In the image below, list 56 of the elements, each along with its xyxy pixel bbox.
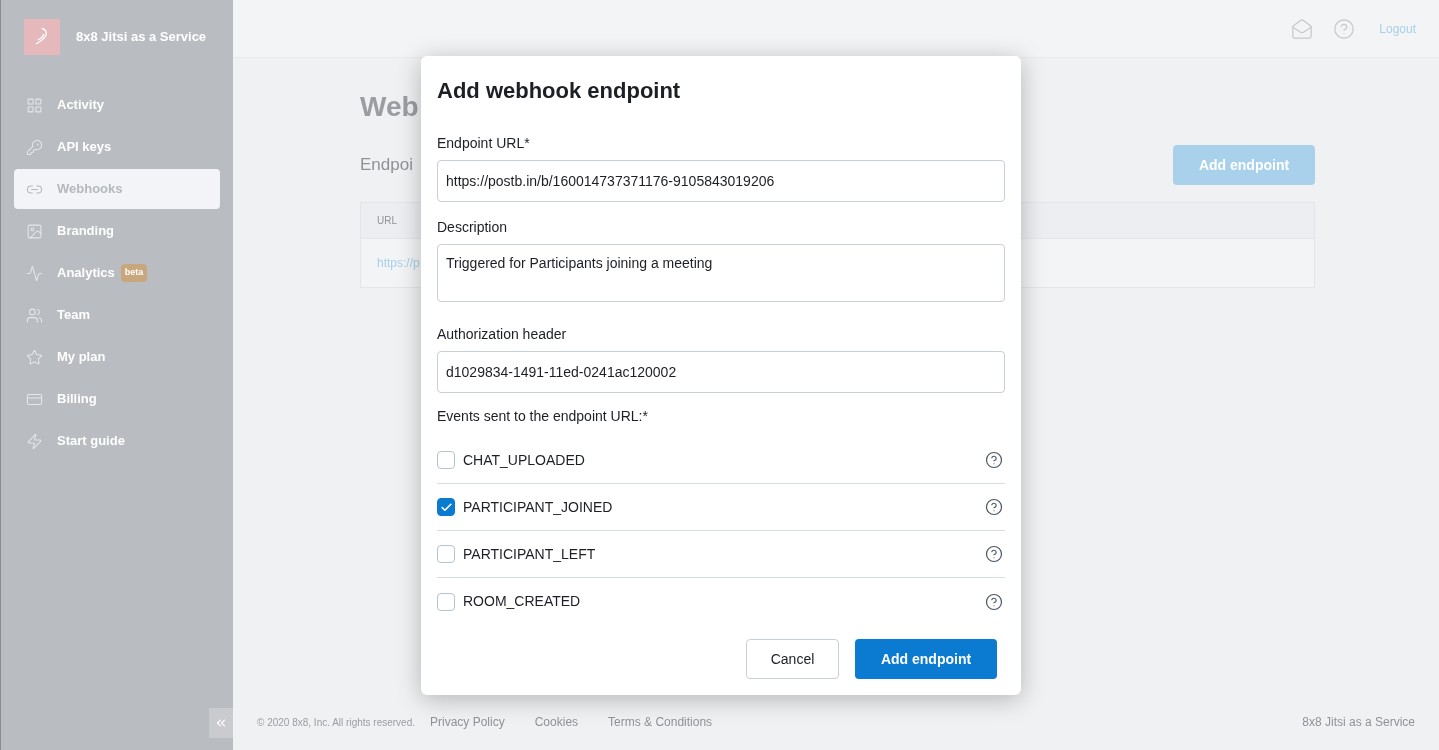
cancel-button[interactable]: Cancel	[746, 639, 839, 679]
chart-icon	[26, 264, 43, 282]
help-icon[interactable]	[985, 545, 1003, 563]
footer-brand: 8x8 Jitsi as a Service	[1302, 714, 1415, 731]
collapse-button[interactable]	[209, 708, 233, 738]
image-icon	[26, 222, 43, 240]
brand-name: 8x8 Jitsi as a Service	[76, 28, 207, 47]
event-name: PARTICIPANT_JOINED	[463, 497, 614, 517]
field-label: Description	[437, 218, 509, 237]
events-label: Events sent to the endpoint URL:*	[437, 407, 649, 426]
page-title: Web	[360, 90, 419, 124]
grid-icon	[26, 96, 43, 114]
sidebar-item[interactable]: Analytics beta	[14, 253, 220, 293]
footer-link[interactable]: Terms & Conditions	[608, 713, 713, 731]
sidebar-item[interactable]: Billing	[14, 379, 220, 419]
sidebar-item[interactable]: Team	[14, 295, 220, 335]
footer-link[interactable]: Cookies	[534, 713, 579, 731]
star-icon	[26, 348, 43, 366]
brand-logo-icon	[24, 19, 60, 55]
field-label: Endpoint URL*	[437, 134, 531, 153]
key-icon	[26, 138, 43, 156]
dialog-title: Add webhook endpoint	[437, 77, 682, 105]
text-field[interactable]: d1029834-1491-11ed-0241ac120002	[437, 351, 1005, 393]
help-icon[interactable]	[985, 451, 1003, 469]
checkbox[interactable]	[437, 592, 455, 611]
sidebar-item[interactable]: API keys	[14, 127, 220, 167]
text-field[interactable]: https://postb.in/b/160014737371176-9105843019206	[437, 160, 1005, 202]
url-link[interactable]: https://p	[377, 254, 420, 272]
sidebar-item[interactable]: Branding	[14, 211, 220, 251]
sidebar-item[interactable]: Activity	[14, 85, 220, 125]
people-icon	[26, 306, 43, 324]
section-title: Endpoi	[360, 154, 413, 177]
description-field[interactable]: Triggered for Participants joining a meeting	[437, 244, 1005, 302]
checkbox[interactable]	[437, 545, 455, 563]
help-icon[interactable]	[985, 592, 1003, 611]
copyright-text: © 2020 8x8, Inc. All rights reserved.	[257, 715, 415, 730]
check-icon	[439, 500, 453, 514]
add-endpoint-button[interactable]: Add endpoint	[1173, 145, 1315, 185]
column-header: URL	[377, 214, 397, 228]
logout-link[interactable]: Logout	[1379, 19, 1416, 38]
event-name: ROOM_CREATED	[463, 592, 582, 611]
mail-icon[interactable]	[1291, 17, 1314, 40]
sidebar-item[interactable]: Webhooks	[14, 169, 220, 209]
checkbox[interactable]	[437, 451, 455, 469]
lightning-icon	[26, 432, 43, 450]
help-icon[interactable]	[985, 498, 1003, 516]
beta-badge: beta	[120, 264, 148, 282]
double-chevron-icon	[214, 716, 228, 730]
sidebar-item[interactable]: My plan	[14, 337, 220, 377]
sidebar-item[interactable]: Start guide	[14, 421, 220, 461]
event-name: CHAT_UPLOADED	[463, 450, 586, 470]
footer-link[interactable]: Privacy Policy	[430, 713, 505, 731]
add-endpoint-button[interactable]: Add endpoint	[855, 639, 997, 679]
checkbox[interactable]	[437, 498, 455, 516]
field-label: Authorization header	[437, 325, 568, 344]
event-name: PARTICIPANT_LEFT	[463, 544, 597, 564]
